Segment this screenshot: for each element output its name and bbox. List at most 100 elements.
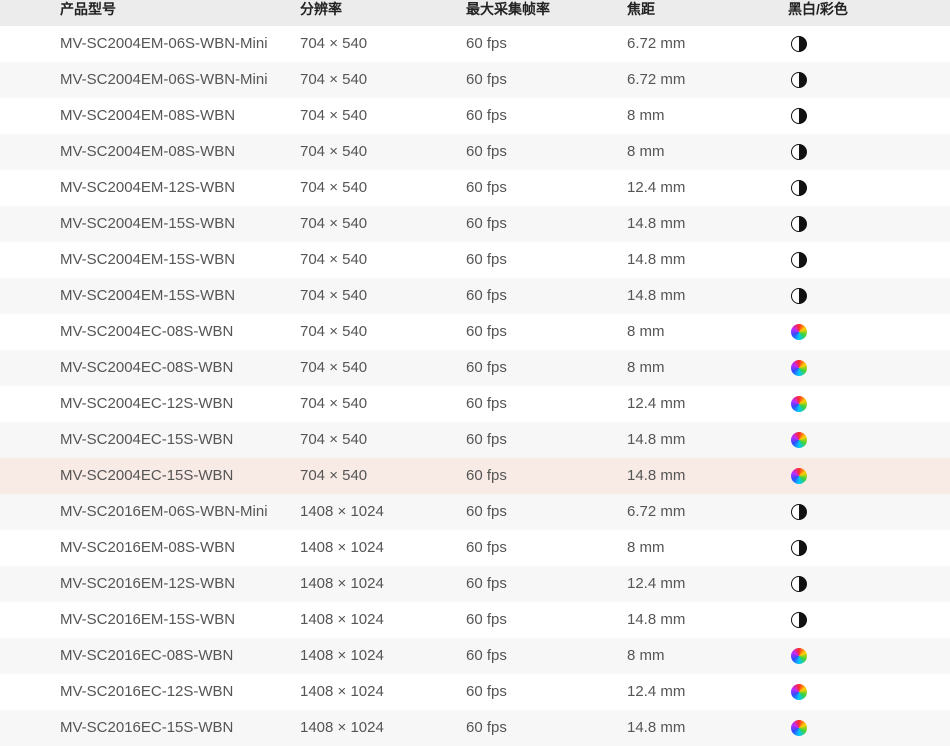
fps-cell: 60 fps	[466, 251, 507, 268]
focal-length-cell: 14.8 mm	[627, 611, 686, 628]
table-row[interactable]: MV-SC2004EC-08S-WBN 704 × 540 60 fps 8 mm	[0, 314, 950, 350]
model-cell: MV-SC2004EM-15S-WBN	[60, 287, 236, 304]
fps-cell: 60 fps	[466, 179, 507, 196]
table-body: MV-SC2004EM-06S-WBN-Mini 704 × 540 60 fps 6…	[0, 26, 950, 746]
model-cell: MV-SC2016EM-06S-WBN-Mini	[60, 503, 268, 520]
resolution-cell: 1408 × 1024	[300, 503, 384, 520]
fps-cell: 60 fps	[466, 35, 507, 52]
focal-length-cell: 12.4 mm	[627, 683, 686, 700]
model-cell: MV-SC2004EC-08S-WBN	[60, 359, 234, 376]
resolution-cell: 704 × 540	[300, 323, 368, 340]
focal-length-cell: 14.8 mm	[627, 431, 686, 448]
resolution-cell: 1408 × 1024	[300, 575, 384, 592]
focal-length-cell: 8 mm	[627, 323, 665, 340]
header-fps[interactable]: 最大采集帧率	[466, 0, 550, 18]
focal-length-cell: 14.8 mm	[627, 467, 686, 484]
header-model[interactable]: 产品型号	[60, 0, 116, 18]
mono-icon	[791, 288, 807, 304]
fps-cell: 60 fps	[466, 143, 507, 160]
model-cell: MV-SC2016EC-08S-WBN	[60, 647, 234, 664]
resolution-cell: 704 × 540	[300, 35, 368, 52]
resolution-cell: 1408 × 1024	[300, 683, 384, 700]
table-row[interactable]: MV-SC2016EC-08S-WBN 1408 × 1024 60 fps 8 mm	[0, 638, 950, 674]
fps-cell: 60 fps	[466, 215, 507, 232]
table-row[interactable]: MV-SC2004EM-06S-WBN-Mini 704 × 540 60 fps 6…	[0, 62, 950, 98]
mono-icon	[791, 180, 807, 196]
color-wheel-icon	[791, 648, 807, 664]
header-color-type[interactable]: 黑白/彩色	[788, 0, 848, 18]
resolution-cell: 704 × 540	[300, 215, 368, 232]
table-row[interactable]: MV-SC2004EC-12S-WBN 704 × 540 60 fps 12.4 m…	[0, 386, 950, 422]
fps-cell: 60 fps	[466, 431, 507, 448]
header-resolution[interactable]: 分辨率	[300, 0, 342, 18]
model-cell: MV-SC2016EC-12S-WBN	[60, 683, 234, 700]
focal-length-cell: 8 mm	[627, 143, 665, 160]
table-row[interactable]: MV-SC2004EC-08S-WBN 704 × 540 60 fps 8 mm	[0, 350, 950, 386]
model-cell: MV-SC2004EC-15S-WBN	[60, 431, 234, 448]
resolution-cell: 1408 × 1024	[300, 647, 384, 664]
fps-cell: 60 fps	[466, 719, 507, 736]
color-wheel-icon	[791, 360, 807, 376]
focal-length-cell: 6.72 mm	[627, 35, 686, 52]
table-row[interactable]: MV-SC2004EM-15S-WBN 704 × 540 60 fps 14.8 m…	[0, 242, 950, 278]
fps-cell: 60 fps	[466, 359, 507, 376]
fps-cell: 60 fps	[466, 395, 507, 412]
table-row[interactable]: MV-SC2016EM-06S-WBN-Mini 1408 × 1024 60 fp…	[0, 494, 950, 530]
mono-icon	[791, 144, 807, 160]
model-cell: MV-SC2004EM-15S-WBN	[60, 215, 236, 232]
table-row[interactable]: MV-SC2004EC-15S-WBN 704 × 540 60 fps 14.8 m…	[0, 422, 950, 458]
fps-cell: 60 fps	[466, 287, 507, 304]
focal-length-cell: 14.8 mm	[627, 719, 686, 736]
focal-length-cell: 12.4 mm	[627, 179, 686, 196]
focal-length-cell: 8 mm	[627, 539, 665, 556]
table-row[interactable]: MV-SC2004EC-15S-WBN 704 × 540 60 fps 14.8 m…	[0, 458, 950, 494]
mono-icon	[791, 216, 807, 232]
table-row[interactable]: MV-SC2004EM-06S-WBN-Mini 704 × 540 60 fps 6…	[0, 26, 950, 62]
table-row[interactable]: MV-SC2004EM-12S-WBN 704 × 540 60 fps 12.4 m…	[0, 170, 950, 206]
table-row[interactable]: MV-SC2016EC-12S-WBN 1408 × 1024 60 fps 12.4…	[0, 674, 950, 710]
color-wheel-icon	[791, 432, 807, 448]
resolution-cell: 1408 × 1024	[300, 539, 384, 556]
resolution-cell: 704 × 540	[300, 71, 368, 88]
table-header: 产品型号 分辨率 最大采集帧率 焦距 黑白/彩色	[0, 0, 950, 26]
color-wheel-icon	[791, 684, 807, 700]
model-cell: MV-SC2004EM-08S-WBN	[60, 143, 236, 160]
table-row[interactable]: MV-SC2004EM-08S-WBN 704 × 540 60 fps 8 mm	[0, 134, 950, 170]
table-row[interactable]: MV-SC2016EM-12S-WBN 1408 × 1024 60 fps 12.4…	[0, 566, 950, 602]
model-cell: MV-SC2004EM-06S-WBN-Mini	[60, 71, 268, 88]
resolution-cell: 1408 × 1024	[300, 611, 384, 628]
resolution-cell: 704 × 540	[300, 143, 368, 160]
table-row[interactable]: MV-SC2016EM-08S-WBN 1408 × 1024 60 fps 8 mm	[0, 530, 950, 566]
focal-length-cell: 6.72 mm	[627, 71, 686, 88]
color-wheel-icon	[791, 468, 807, 484]
resolution-cell: 1408 × 1024	[300, 719, 384, 736]
fps-cell: 60 fps	[466, 71, 507, 88]
resolution-cell: 704 × 540	[300, 179, 368, 196]
color-wheel-icon	[791, 396, 807, 412]
model-cell: MV-SC2004EC-12S-WBN	[60, 395, 234, 412]
focal-length-cell: 12.4 mm	[627, 395, 686, 412]
table-row[interactable]: MV-SC2004EM-08S-WBN 704 × 540 60 fps 8 mm	[0, 98, 950, 134]
focal-length-cell: 6.72 mm	[627, 503, 686, 520]
fps-cell: 60 fps	[466, 611, 507, 628]
fps-cell: 60 fps	[466, 467, 507, 484]
header-focal-length[interactable]: 焦距	[627, 0, 655, 18]
mono-icon	[791, 540, 807, 556]
color-wheel-icon	[791, 324, 807, 340]
table-row[interactable]: MV-SC2004EM-15S-WBN 704 × 540 60 fps 14.8 m…	[0, 206, 950, 242]
model-cell: MV-SC2004EC-15S-WBN	[60, 467, 234, 484]
mono-icon	[791, 36, 807, 52]
resolution-cell: 704 × 540	[300, 287, 368, 304]
table-row[interactable]: MV-SC2016EM-15S-WBN 1408 × 1024 60 fps 14.8…	[0, 602, 950, 638]
resolution-cell: 704 × 540	[300, 467, 368, 484]
table-row[interactable]: MV-SC2004EM-15S-WBN 704 × 540 60 fps 14.8 m…	[0, 278, 950, 314]
product-table: 产品型号 分辨率 最大采集帧率 焦距 黑白/彩色 MV-SC2004EM-06S…	[0, 0, 950, 746]
mono-icon	[791, 72, 807, 88]
table-row[interactable]: MV-SC2016EC-15S-WBN 1408 × 1024 60 fps 14.8…	[0, 710, 950, 746]
resolution-cell: 704 × 540	[300, 359, 368, 376]
model-cell: MV-SC2016EM-15S-WBN	[60, 611, 236, 628]
resolution-cell: 704 × 540	[300, 395, 368, 412]
color-wheel-icon	[791, 720, 807, 736]
mono-icon	[791, 612, 807, 628]
model-cell: MV-SC2004EM-06S-WBN-Mini	[60, 35, 268, 52]
